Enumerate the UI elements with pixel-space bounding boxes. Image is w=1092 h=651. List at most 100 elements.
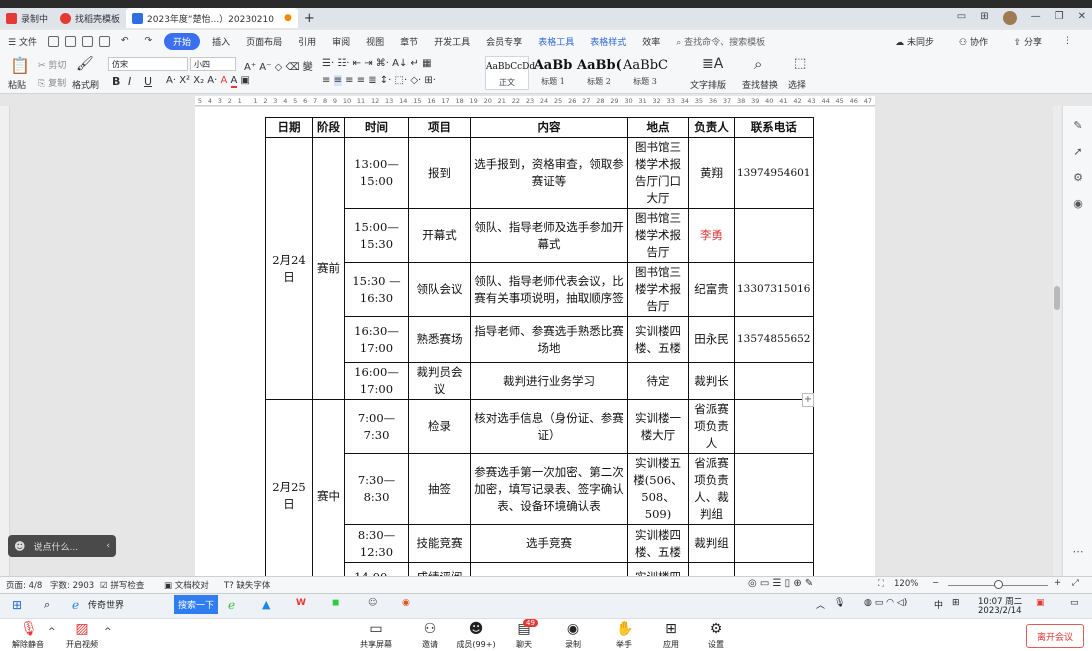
share-screen-button[interactable]: ▭ 共享屏幕 (348, 621, 404, 650)
text-layout-button[interactable]: 文字排版 (690, 78, 726, 91)
leave-meeting-button[interactable]: 离开会议 (1026, 624, 1084, 648)
menu-table-tools[interactable]: 表格工具 (530, 35, 582, 48)
format-painter-icon[interactable]: 🖌 (76, 56, 94, 72)
emoji-icon[interactable]: ☻ (14, 540, 25, 553)
menu-member[interactable]: 会员专享 (478, 35, 530, 48)
paste-button[interactable]: 粘贴 (8, 78, 26, 91)
scroll-thumb[interactable] (1054, 286, 1060, 310)
style-heading1[interactable]: AaBb 标题 1 (531, 56, 575, 90)
search-icon[interactable]: ⌕ (44, 598, 50, 612)
app-icon[interactable]: ▲ (262, 598, 270, 611)
select-button[interactable]: 选择 (788, 78, 806, 91)
avatar[interactable] (1002, 11, 1017, 25)
taskbar-search-button[interactable]: 搜索一下 (174, 595, 219, 614)
vertical-scrollbar[interactable] (1053, 106, 1061, 576)
browser-icon[interactable]: ℯ (228, 598, 235, 612)
list-icons[interactable]: ☰· ☷· ⇤ ⇥ ⌘· A↓ ↵ ▦ (322, 58, 432, 69)
chrome-icon[interactable]: ◉ (402, 598, 410, 608)
adjust-icon[interactable]: ⚙ (1072, 172, 1084, 184)
tray-icons[interactable]: ◍ ▭ ◠ ◁) (864, 598, 907, 608)
command-search[interactable]: ⌕ 查找命令、搜索模板 (668, 35, 773, 48)
missing-font[interactable]: T? 缺失字体 (224, 579, 270, 591)
meeting-app-icon[interactable]: ☺ (368, 598, 377, 608)
menu-table-style[interactable]: 表格样式 (582, 35, 634, 48)
find-icon[interactable]: ⌕ (754, 55, 762, 73)
share-button[interactable]: ⇪ 分享 (1006, 35, 1050, 48)
format-painter-button[interactable]: 格式刷 (72, 78, 99, 91)
tray-up-icon[interactable]: ︿ (816, 598, 825, 611)
settings-button[interactable]: ⚙ 设置 (688, 621, 744, 650)
zoom-in-icon[interactable]: + (1054, 578, 1061, 588)
redo-icon[interactable]: ↷ (137, 36, 161, 46)
taskbar-app-chuanqi[interactable]: 传奇世界 (88, 598, 124, 611)
start-video-button[interactable]: ▨ 开启视频 (54, 621, 110, 650)
align-icons[interactable]: ≡ ≡ ≡ ≡ ≣ ↕· ⬚· ◇· ⊞· (322, 75, 436, 86)
collapse-chevron-icon[interactable]: ‹ (106, 541, 110, 551)
menu-page-layout[interactable]: 页面布局 (238, 35, 290, 48)
find-replace-button[interactable]: 查找替换 (742, 78, 778, 91)
font-grow-shrink-icons[interactable]: A⁺ A⁻ ◇ ⌫ 變 (244, 58, 313, 73)
page-indicator[interactable]: 页面: 4/8 (6, 579, 42, 591)
italic-button[interactable]: I (128, 75, 131, 88)
close-icon[interactable]: ✕ (1078, 11, 1086, 25)
more-icon[interactable]: ⋮ (1055, 36, 1080, 46)
new-tab-button[interactable]: + (298, 8, 321, 28)
font-name-select[interactable]: 仿宋 (108, 57, 188, 71)
menu-developer[interactable]: 开发工具 (426, 35, 478, 48)
more-dots-icon[interactable]: ⋯ (1072, 546, 1084, 558)
record-button[interactable]: ◉ 录制 (545, 621, 601, 650)
collab-button[interactable]: ⚇ 协作 (951, 35, 996, 48)
doc-proofread[interactable]: ▣ 文档校对 (164, 579, 209, 591)
underline-button[interactable]: U (144, 75, 152, 88)
ie-icon[interactable]: ℯ (72, 598, 79, 612)
menu-insert[interactable]: 插入 (204, 35, 238, 48)
print-icon[interactable] (81, 35, 93, 47)
bold-button[interactable]: B (112, 75, 120, 88)
preview-icon[interactable] (98, 35, 110, 47)
paste-icon[interactable]: 📋 (10, 56, 30, 75)
save-icon[interactable] (47, 35, 59, 47)
zoom-out-icon[interactable]: − (932, 578, 939, 588)
view-mode-icons[interactable]: ◎ ▭ ☰ ▯ ⊕ ✎ (748, 578, 813, 589)
restore-icon[interactable]: ❐ (1055, 11, 1064, 25)
zoom-level[interactable]: 120% (894, 579, 918, 589)
clock-date[interactable]: 2023/2/14 (978, 606, 1022, 616)
zoom-slider-thumb[interactable] (994, 580, 1003, 589)
notification-icon[interactable]: ▣ (1036, 598, 1045, 608)
font-effects-icons[interactable]: A· X² X₂ A· A A ▣ (166, 75, 250, 88)
action-center-icon[interactable]: ▭ (1070, 598, 1079, 608)
ime-grid-icon[interactable]: ⊞ (952, 598, 960, 608)
horizontal-ruler[interactable]: 5 4 3 2 1 1 2 3 4 5 6 7 8 9 10 11 12 13 14 15 16 17 18 19 20 21 22… (195, 96, 875, 106)
style-normal[interactable]: AaBbCcDd 正文 (485, 56, 535, 90)
tab-docer-templates[interactable]: 找稻壳模板 (54, 8, 126, 28)
fullscreen-icon[interactable]: ⤢ (1072, 578, 1079, 588)
export-icon[interactable] (64, 35, 76, 47)
cut-button[interactable]: ✂ 剪切 (38, 58, 66, 71)
menu-review[interactable]: 审阅 (324, 35, 358, 48)
undo-icon[interactable]: ↶ (113, 36, 137, 46)
file-menu[interactable]: ☰ 文件 (0, 35, 45, 48)
zoom-fit-icon[interactable]: ⛶ (878, 579, 884, 589)
menu-reference[interactable]: 引用 (290, 35, 324, 48)
pen-icon[interactable]: ✎ (1072, 120, 1084, 132)
font-size-select[interactable]: 小四 (190, 57, 236, 71)
menu-efficiency[interactable]: 效率 (634, 35, 668, 48)
chat-input-bubble[interactable]: ☻ 说点什么... ‹ (8, 535, 116, 557)
sync-status[interactable]: ☁ 未同步 (887, 35, 942, 48)
minimize-icon[interactable]: — (1031, 11, 1041, 25)
grid-icon[interactable]: ⊞ (980, 11, 988, 25)
style-heading3[interactable]: AaBbC 标题 3 (623, 56, 668, 90)
ime-indicator[interactable]: 中 (934, 598, 943, 611)
layout-icon[interactable]: ▭ (957, 11, 966, 25)
wps-icon[interactable]: W (296, 598, 306, 608)
video-options-chevron-icon[interactable]: ^ (104, 627, 112, 637)
add-row-button[interactable]: + (802, 393, 814, 407)
copy-button[interactable]: ⎘ 复制 (38, 76, 66, 89)
text-layout-icon[interactable]: ≣A (702, 56, 723, 72)
style-heading2[interactable]: AaBb( 标题 2 (577, 56, 622, 90)
wechat-icon[interactable]: ◼ (332, 598, 339, 608)
tab-document[interactable]: 2023年度“楚怡...）20230210 ● (126, 8, 298, 28)
pointer-icon[interactable]: ➚ (1072, 146, 1084, 158)
document-page[interactable]: 日期 阶段 时间 项目 内容 地点 负责人 联系电话 2月24日 赛前 13:0… (195, 107, 875, 576)
word-count[interactable]: 字数: 2903 (50, 579, 94, 591)
